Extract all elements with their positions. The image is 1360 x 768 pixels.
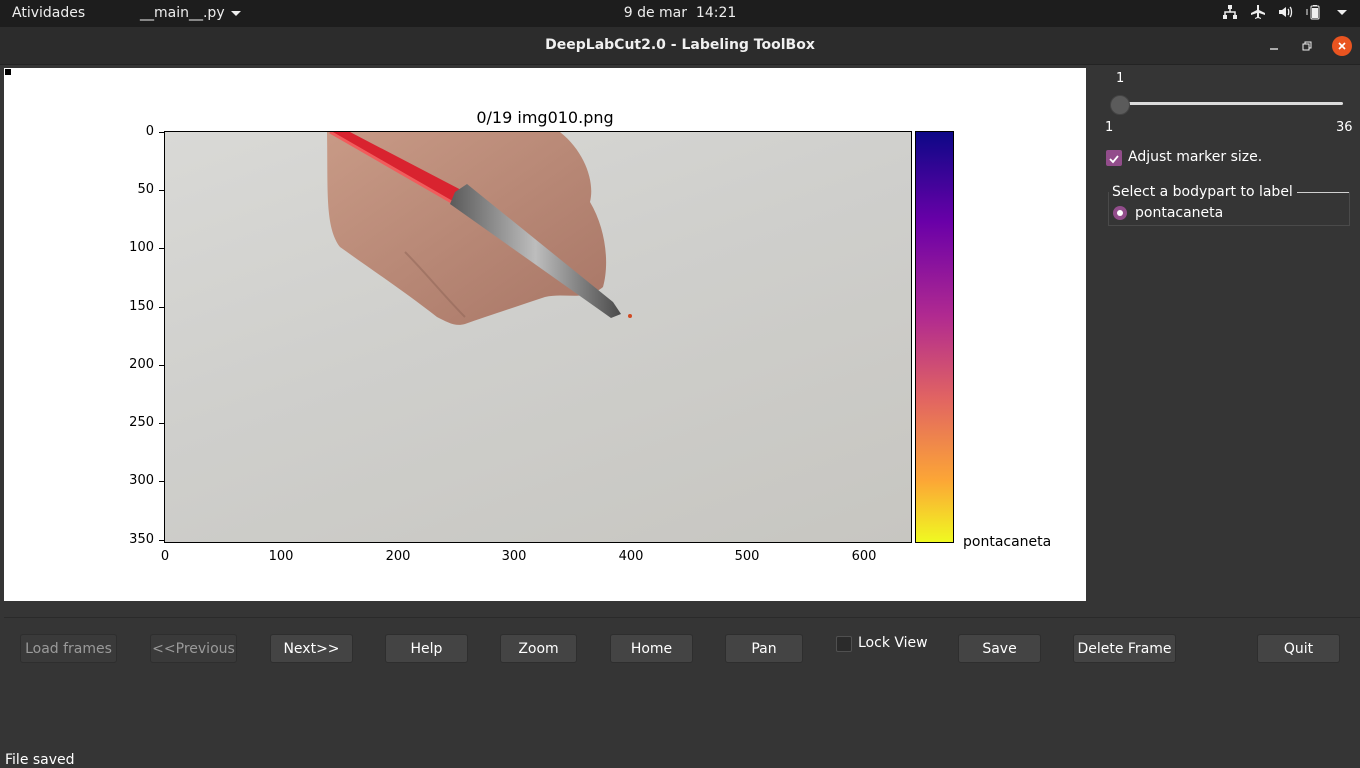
home-button[interactable]: Home: [610, 634, 693, 663]
airplane-icon: [1250, 4, 1266, 20]
canvas-corner-marker: [5, 69, 11, 75]
minimize-button[interactable]: [1264, 36, 1284, 56]
minimize-icon: [1270, 48, 1278, 50]
x-tick-label: 500: [734, 549, 760, 564]
y-tick-label: 200: [114, 357, 164, 372]
y-tick-label: 300: [114, 473, 164, 488]
plot-title: 0/19 img010.png: [476, 108, 614, 127]
next-button[interactable]: Next>>: [270, 634, 353, 663]
lock-view-label: Lock View: [858, 635, 928, 651]
marker-size-value: 1: [1116, 71, 1125, 86]
clock-button[interactable]: 9 de mar 14:21: [624, 5, 737, 21]
x-tick-label: 600: [851, 549, 877, 564]
colorbar: [915, 131, 954, 543]
checkmark-icon: [1109, 155, 1119, 164]
top-bar: Atividades __main__.py 9 de mar 14:21: [0, 0, 1360, 27]
status-bar: [0, 744, 1360, 768]
slider-handle[interactable]: [1110, 95, 1130, 115]
figure-canvas[interactable]: 0/19 img010.png 0 50 100 150 200 250 300…: [4, 68, 1086, 601]
zoom-button[interactable]: Zoom: [500, 634, 577, 663]
hand-with-pen-image: [327, 132, 632, 325]
slider-min-label: 1: [1105, 120, 1114, 135]
x-tick-label: 100: [268, 549, 294, 564]
slider-max-label: 36: [1336, 120, 1353, 135]
quit-button[interactable]: Quit: [1257, 634, 1340, 663]
adjust-marker-checkbox[interactable]: [1106, 150, 1122, 166]
window-title: DeepLabCut2.0 - Labeling ToolBox: [545, 37, 815, 53]
chevron-down-icon: [230, 10, 241, 16]
volume-icon: [1278, 4, 1294, 20]
previous-button[interactable]: <<Previous: [150, 634, 237, 663]
x-tick-label: 300: [501, 549, 527, 564]
system-tray[interactable]: [1222, 4, 1348, 20]
y-tick-label: 150: [114, 299, 164, 314]
y-tick-label: 0: [114, 124, 164, 139]
pan-button[interactable]: Pan: [725, 634, 803, 663]
delete-frame-button[interactable]: Delete Frame: [1073, 634, 1176, 663]
adjust-marker-label: Adjust marker size.: [1128, 149, 1263, 165]
x-tick-label: 200: [385, 549, 411, 564]
app-menu-label: __main__.py: [140, 5, 225, 21]
y-tick-label: 100: [114, 240, 164, 255]
lock-view-checkbox[interactable]: [836, 636, 852, 652]
app-menu[interactable]: __main__.py: [140, 5, 241, 21]
save-button[interactable]: Save: [958, 634, 1041, 663]
activities-button[interactable]: Atividades: [12, 5, 85, 21]
network-icon: [1222, 4, 1238, 20]
y-tick-label: 250: [114, 415, 164, 430]
bodypart-radio-label: pontacaneta: [1135, 205, 1224, 221]
bodypart-radio[interactable]: [1113, 206, 1127, 220]
clock-date: 9 de mar: [623, 5, 687, 21]
colorbar-label: pontacaneta: [963, 534, 1052, 550]
x-tick-label: 0: [160, 549, 170, 564]
restore-icon: [1302, 41, 1312, 51]
help-button[interactable]: Help: [385, 634, 468, 663]
load-frames-button[interactable]: Load frames: [20, 634, 117, 663]
y-tick-label: 50: [114, 182, 164, 197]
close-button[interactable]: [1332, 36, 1352, 56]
y-tick-label: 350: [114, 532, 164, 547]
system-menu-icon: [1336, 4, 1348, 20]
status-text: File saved: [5, 752, 75, 768]
maximize-button[interactable]: [1297, 36, 1317, 56]
x-tick-label: 400: [618, 549, 644, 564]
close-icon: [1338, 42, 1346, 50]
image-axes[interactable]: [164, 131, 912, 543]
clock-time: 14:21: [695, 5, 737, 21]
window-titlebar: DeepLabCut2.0 - Labeling ToolBox: [0, 27, 1360, 65]
marker-size-slider[interactable]: [1118, 102, 1343, 105]
battery-icon: [1306, 4, 1324, 20]
